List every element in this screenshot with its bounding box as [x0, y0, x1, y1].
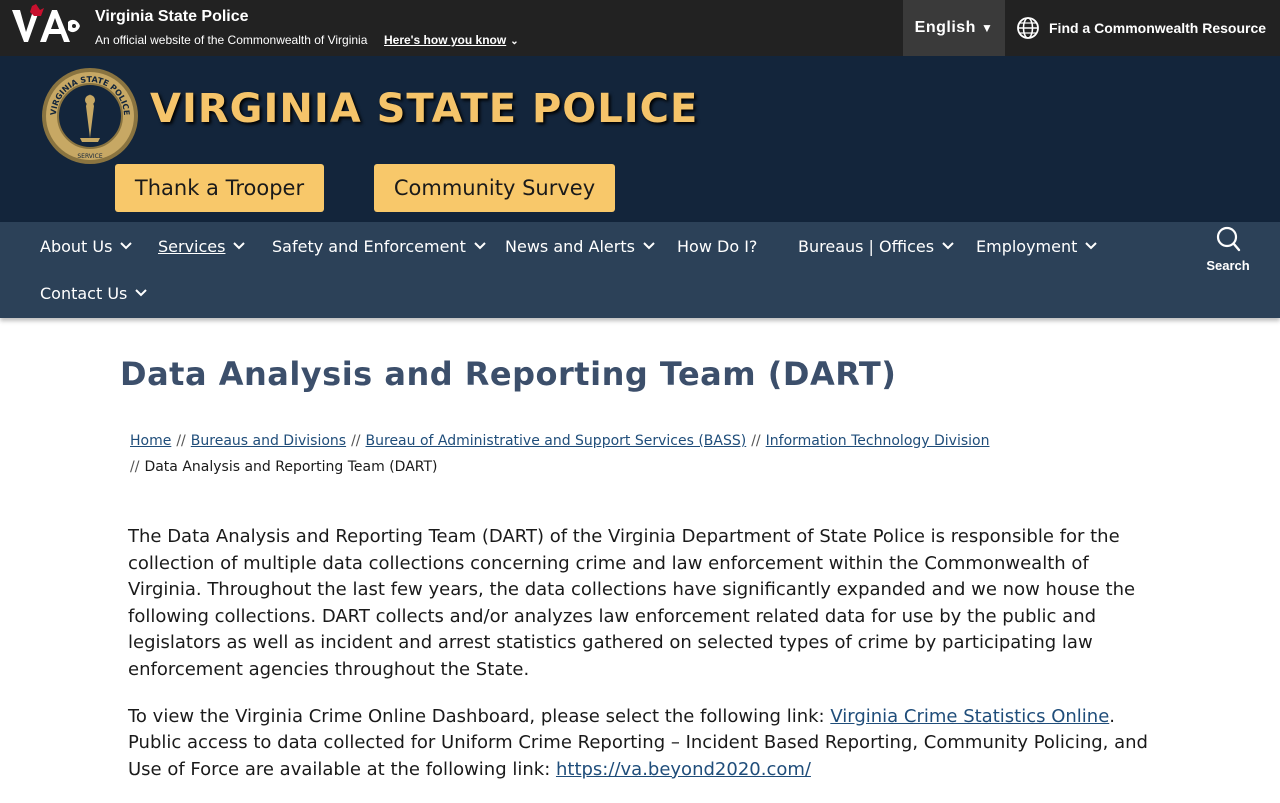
chevron-down-icon: ⌄	[510, 36, 519, 47]
utility-bar: Virginia State Police An official websit…	[0, 0, 1280, 56]
intro-paragraph: The Data Analysis and Reporting Team (DA…	[128, 526, 1136, 680]
search-icon	[1216, 226, 1241, 252]
breadcrumb-home[interactable]: Home	[130, 433, 171, 449]
language-selector[interactable]: English ▼	[903, 0, 1005, 56]
breadcrumb-bass[interactable]: Bureau of Administrative and Support Ser…	[366, 433, 747, 449]
chevron-down-icon	[135, 289, 148, 297]
site-title[interactable]: VIRGINIA STATE POLICE	[150, 86, 698, 132]
chevron-down-icon	[233, 242, 246, 250]
find-resource-button[interactable]: Find a Commonwealth Resource	[1015, 0, 1266, 56]
breadcrumb-separator: //	[176, 433, 186, 449]
community-survey-button[interactable]: Community Survey	[374, 164, 615, 212]
search-label: Search	[1206, 258, 1250, 273]
nav-item-label: Bureaus | Offices	[798, 236, 935, 256]
nav-item-label: Services	[158, 236, 226, 256]
virginia-logo[interactable]	[10, 4, 82, 48]
breadcrumb-separator: //	[751, 433, 761, 449]
links-paragraph: To view the Virginia Crime Online Dashbo…	[128, 704, 1158, 784]
caret-down-icon: ▼	[980, 21, 994, 35]
nav-item-employment[interactable]: Employment	[976, 236, 1098, 256]
official-website-text: An official website of the Commonwealth …	[95, 33, 368, 47]
chevron-down-icon	[120, 242, 133, 250]
nav-item-news-alerts[interactable]: News and Alerts	[505, 236, 655, 256]
nav-item-label: Contact Us	[40, 283, 128, 303]
nav-item-about-us[interactable]: About Us	[40, 236, 133, 256]
language-label: English	[914, 19, 976, 36]
site-header: VIRGINIA STATE POLICE SERVICE VIRGINIA S…	[0, 56, 1280, 222]
chevron-down-icon	[643, 242, 655, 250]
chevron-down-icon	[1085, 242, 1098, 250]
thank-a-trooper-button[interactable]: Thank a Trooper	[115, 164, 324, 212]
globe-icon	[1017, 17, 1039, 39]
nav-item-label: Employment	[976, 236, 1078, 256]
find-resource-label: Find a Commonwealth Resource	[1049, 20, 1267, 36]
state-police-seal[interactable]: VIRGINIA STATE POLICE SERVICE	[40, 66, 140, 166]
breadcrumb: Home//Bureaus and Divisions//Bureau of A…	[130, 428, 1130, 480]
breadcrumb-current: Data Analysis and Reporting Team (DART)	[144, 459, 438, 475]
nav-item-label: News and Alerts	[505, 236, 635, 256]
nav-item-bureaus-offices[interactable]: Bureaus | Offices	[798, 236, 954, 256]
breadcrumb-separator: //	[130, 459, 140, 475]
site-name: Virginia State Police	[95, 8, 249, 25]
nav-item-contact-us[interactable]: Contact Us	[40, 283, 148, 303]
nav-item-label: Safety and Enforcement	[272, 236, 466, 256]
breadcrumb-separator: //	[351, 433, 361, 449]
nav-item-label: How Do I?	[677, 236, 758, 256]
svg-text:SERVICE: SERVICE	[77, 153, 103, 160]
nav-item-label: About Us	[40, 236, 113, 256]
nav-item-safety-enforcement[interactable]: Safety and Enforcement	[272, 236, 486, 256]
how-you-know-label: Here's how you know	[384, 33, 507, 47]
chevron-down-icon	[474, 242, 486, 250]
breadcrumb-it-division[interactable]: Information Technology Division	[766, 433, 990, 449]
nav-item-services[interactable]: Services	[158, 236, 246, 256]
links-paragraph-text: To view the Virginia Crime Online Dashbo…	[128, 705, 831, 727]
nav-item-how-do-i[interactable]: How Do I?	[677, 236, 757, 256]
beyond2020-link[interactable]: https://va.beyond2020.com/	[556, 759, 811, 780]
search-button[interactable]: Search	[1200, 226, 1256, 276]
crime-statistics-link[interactable]: Virginia Crime Statistics Online	[830, 706, 1109, 727]
page-title: Data Analysis and Reporting Team (DART)	[120, 355, 897, 393]
main-content: The Data Analysis and Reporting Team (DA…	[128, 524, 1158, 803]
breadcrumb-bureaus-divisions[interactable]: Bureaus and Divisions	[191, 433, 346, 449]
chevron-down-icon	[942, 242, 954, 250]
main-nav: About Us Services Safety and Enforcement…	[0, 222, 1280, 318]
how-you-know-link[interactable]: Here's how you know ⌄	[384, 33, 519, 47]
